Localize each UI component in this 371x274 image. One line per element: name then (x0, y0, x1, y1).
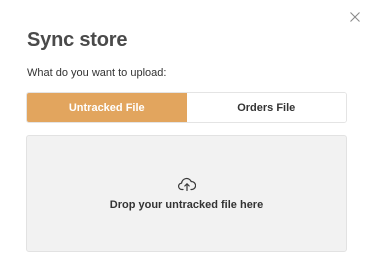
file-type-toggle: Untracked File Orders File (26, 92, 347, 123)
cloud-upload-icon (178, 177, 196, 191)
orders-file-option[interactable]: Orders File (186, 93, 346, 122)
untracked-file-option[interactable]: Untracked File (27, 93, 187, 122)
sync-store-modal: Sync store What do you want to upload: U… (0, 0, 371, 274)
close-button[interactable] (348, 10, 362, 24)
dropzone-text: Drop your untracked file here (109, 199, 264, 211)
file-dropzone[interactable]: Drop your untracked file here (26, 135, 347, 252)
close-icon (350, 12, 360, 22)
upload-question-label: What do you want to upload: (27, 67, 167, 79)
modal-title: Sync store (27, 29, 128, 51)
